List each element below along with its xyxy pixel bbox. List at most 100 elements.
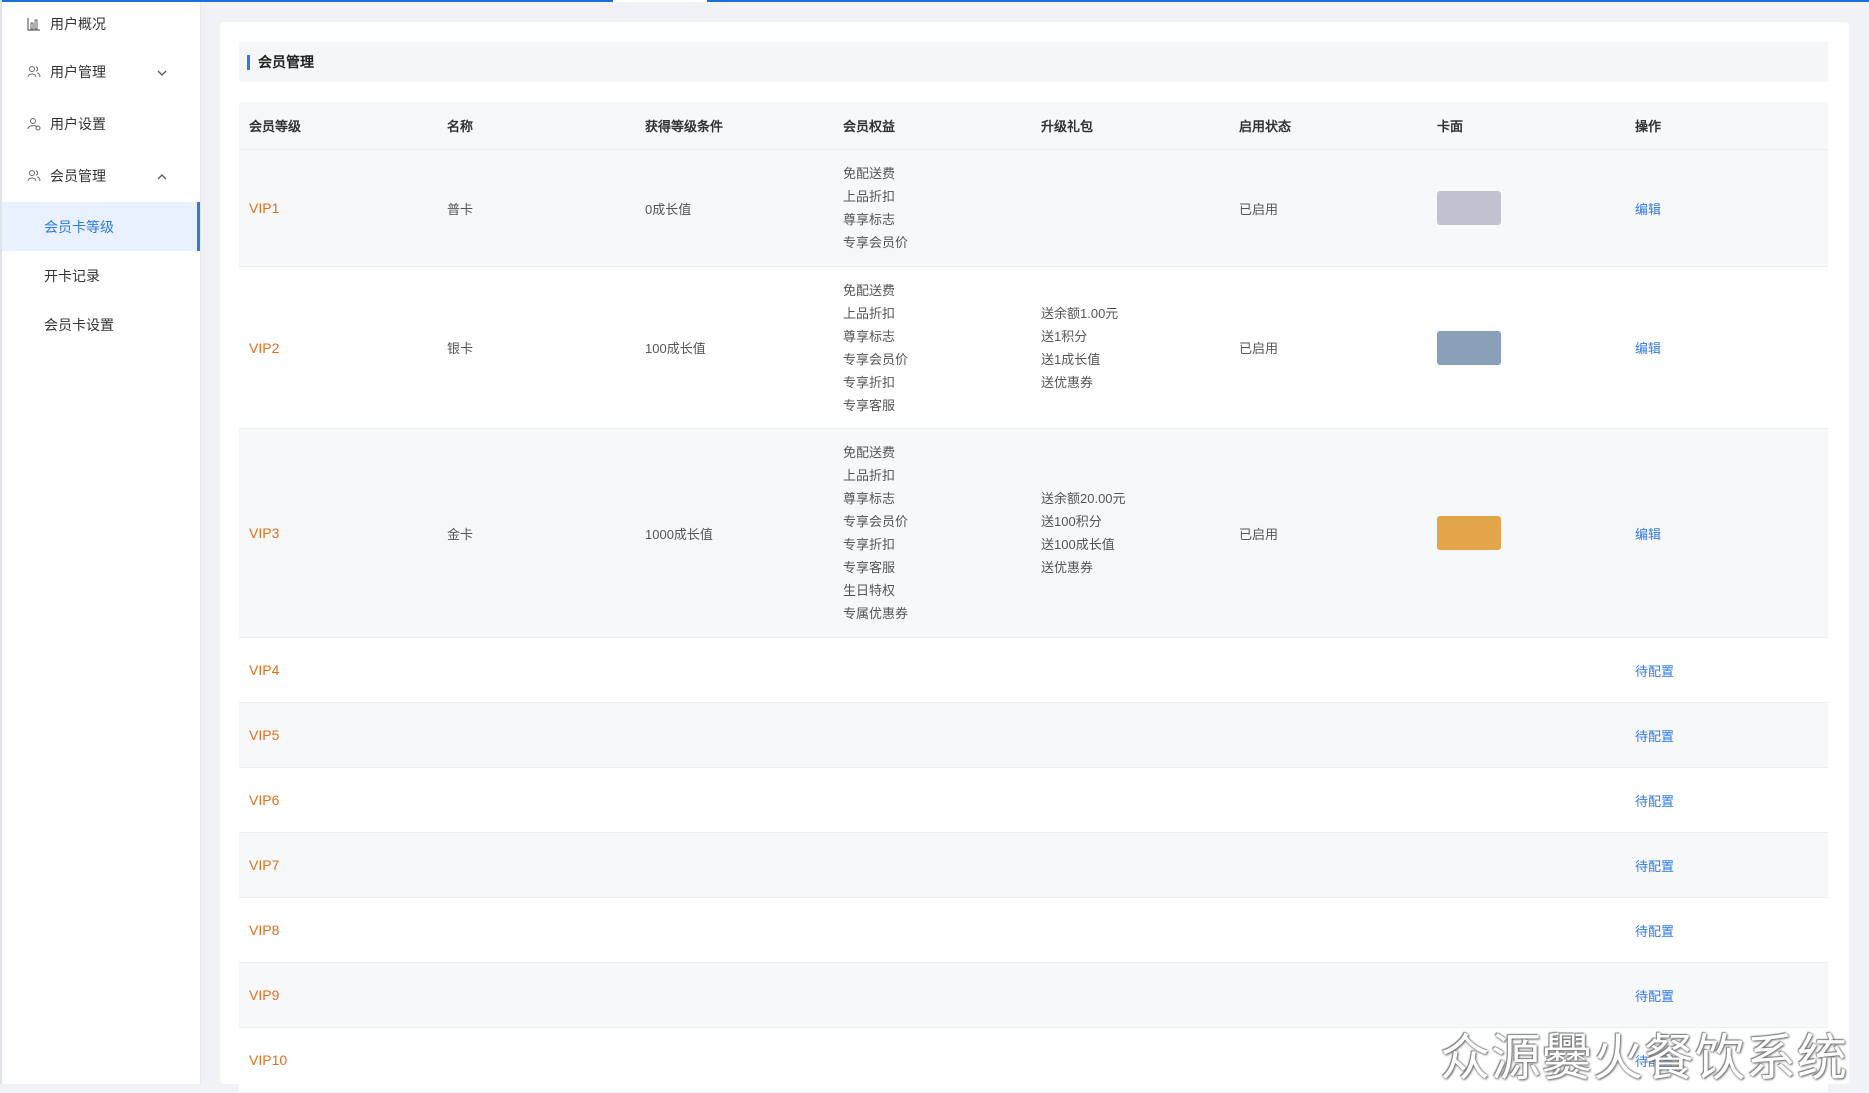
edit-link[interactable]: 编辑 [1635, 338, 1661, 357]
benefit-item: 专享会员价 [843, 351, 909, 367]
column-header: 升级礼包 [1041, 119, 1094, 134]
users-icon [26, 64, 42, 80]
action-cell: 待配置 [1625, 703, 1828, 767]
card-face-cell [1427, 267, 1625, 428]
table-header-row: 会员等级 名称 获得等级条件 会员权益 升级礼包 启用状态 卡面 操作 [239, 102, 1828, 150]
gift-item: 送余额1.00元 [1041, 305, 1119, 321]
card-face-swatch [1437, 516, 1501, 550]
column-header: 卡面 [1437, 119, 1464, 134]
level-cell: VIP1 [239, 150, 437, 266]
benefit-item: 尊享标志 [843, 328, 896, 344]
gift-item: 送优惠券 [1041, 560, 1094, 575]
configure-link[interactable]: 待配置 [1635, 791, 1674, 810]
benefit-item: 上品折扣 [843, 189, 896, 204]
sidebar-item-label: 用户概况 [50, 16, 106, 32]
card-face-cell [1427, 150, 1625, 266]
configure-link[interactable]: 待配置 [1635, 726, 1674, 745]
card-face-cell [1427, 429, 1625, 637]
top-accent-gap [613, 0, 707, 2]
name-cell: 银卡 [447, 341, 474, 356]
sidebar-item-user-settings[interactable]: 用户设置 [2, 98, 200, 150]
benefit-item: 专享客服 [843, 560, 896, 575]
status-cell: 已启用 [1239, 201, 1279, 217]
level-cell: VIP5 [239, 703, 437, 767]
benefit-item: 生日特权 [843, 583, 896, 598]
level-cell: VIP6 [239, 768, 437, 832]
level-cell: VIP9 [239, 963, 437, 1027]
benefit-item: 免配送费 [843, 282, 896, 298]
gift-item: 送余额20.00元 [1041, 491, 1126, 506]
benefit-item: 尊享标志 [843, 212, 896, 227]
benefit-item: 专享折扣 [843, 374, 896, 390]
bar-chart-icon [26, 16, 42, 32]
user-settings-icon [26, 116, 42, 132]
sidebar-item-label: 用户设置 [50, 116, 106, 132]
benefit-item: 免配送费 [843, 445, 896, 460]
configure-link[interactable]: 待配置 [1635, 921, 1674, 940]
gift-item: 送100成长值 [1041, 537, 1115, 552]
level-label: VIP4 [249, 662, 280, 678]
condition-cell: 100成长值 [645, 341, 706, 356]
column-header: 获得等级条件 [645, 119, 724, 134]
level-label: VIP8 [249, 922, 280, 938]
action-cell: 编辑 [1625, 150, 1828, 266]
benefit-item: 尊享标志 [843, 491, 896, 506]
benefit-item: 专属优惠券 [843, 606, 909, 621]
sidebar-item-user-management[interactable]: 用户管理 [2, 46, 200, 98]
column-header: 操作 [1635, 119, 1662, 134]
table-row: VIP2 银卡 100成长值 免配送费 上品折扣 尊享标志 专享会员价 专享折扣… [239, 267, 1828, 429]
column-header: 会员权益 [843, 119, 896, 134]
level-label: VIP5 [249, 727, 280, 743]
benefits-cell: 免配送费 上品折扣 尊享标志 专享会员价 [833, 150, 1031, 266]
status-cell: 已启用 [1239, 526, 1279, 542]
benefit-item: 专享客服 [843, 397, 896, 413]
action-cell: 待配置 [1625, 638, 1828, 702]
table-row: VIP1 普卡 0成长值 免配送费 上品折扣 尊享标志 专享会员价 已启用 编辑 [239, 150, 1828, 267]
section-header: 会员管理 [239, 42, 1828, 82]
benefits-cell: 免配送费 上品折扣 尊享标志 专享会员价 专享折扣 专享客服 生日特权 专属优惠… [833, 429, 1031, 637]
sidebar-subitem-card-settings[interactable]: 会员卡设置 [2, 300, 200, 349]
edit-link[interactable]: 编辑 [1635, 524, 1661, 543]
sidebar-item-label: 会员管理 [50, 168, 106, 184]
chevron-down-icon[interactable] [156, 66, 168, 78]
level-label: VIP10 [249, 1052, 288, 1068]
level-cell: VIP2 [239, 267, 437, 428]
configure-link[interactable]: 待配置 [1635, 856, 1674, 875]
configure-link[interactable]: 待配置 [1635, 986, 1674, 1005]
sidebar: 用户概况 用户管理 用户设置 会员管理 会员卡等级 开卡记录 会员卡设置 [2, 2, 201, 1084]
sidebar-subitem-card-levels[interactable]: 会员卡等级 [2, 202, 200, 251]
table-row: VIP7 待配置 [239, 833, 1828, 898]
level-cell: VIP3 [239, 429, 437, 637]
main-panel: 会员管理 会员等级 名称 获得等级条件 会员权益 升级礼包 启用状态 卡面 操作… [220, 22, 1849, 1093]
condition-cell: 0成长值 [645, 201, 692, 217]
chevron-up-icon[interactable] [156, 170, 168, 182]
benefit-item: 免配送费 [843, 166, 896, 181]
action-cell: 待配置 [1625, 833, 1828, 897]
level-label: VIP1 [249, 200, 280, 216]
sidebar-subitem-card-records[interactable]: 开卡记录 [2, 251, 200, 300]
name-cell: 普卡 [447, 201, 474, 217]
table-row: VIP8 待配置 [239, 898, 1828, 963]
level-label: VIP2 [249, 339, 280, 356]
action-cell: 待配置 [1625, 898, 1828, 962]
members-icon [26, 168, 42, 184]
gifts-cell: 送余额1.00元 送1积分 送1成长值 送优惠券 [1031, 267, 1229, 428]
gifts-cell [1031, 150, 1229, 266]
table-row: VIP3 金卡 1000成长值 免配送费 上品折扣 尊享标志 专享会员价 专享折… [239, 429, 1828, 638]
benefit-item: 上品折扣 [843, 468, 896, 483]
configure-link[interactable]: 待配置 [1635, 661, 1674, 680]
table-row: VIP6 待配置 [239, 768, 1828, 833]
gift-item: 送优惠券 [1041, 374, 1094, 390]
benefit-item: 专享会员价 [843, 235, 909, 250]
watermark-text: 众源爨火餐饮系统 [1440, 1029, 1848, 1087]
edit-link[interactable]: 编辑 [1635, 199, 1661, 218]
level-label: VIP9 [249, 987, 280, 1003]
table-row: VIP4 待配置 [239, 638, 1828, 703]
action-cell: 待配置 [1625, 768, 1828, 832]
action-cell: 编辑 [1625, 429, 1828, 637]
action-cell: 编辑 [1625, 267, 1828, 428]
sidebar-item-label: 用户管理 [50, 64, 106, 80]
sidebar-item-user-overview[interactable]: 用户概况 [2, 2, 200, 46]
benefit-item: 上品折扣 [843, 305, 896, 321]
sidebar-item-member-management[interactable]: 会员管理 [2, 150, 200, 202]
